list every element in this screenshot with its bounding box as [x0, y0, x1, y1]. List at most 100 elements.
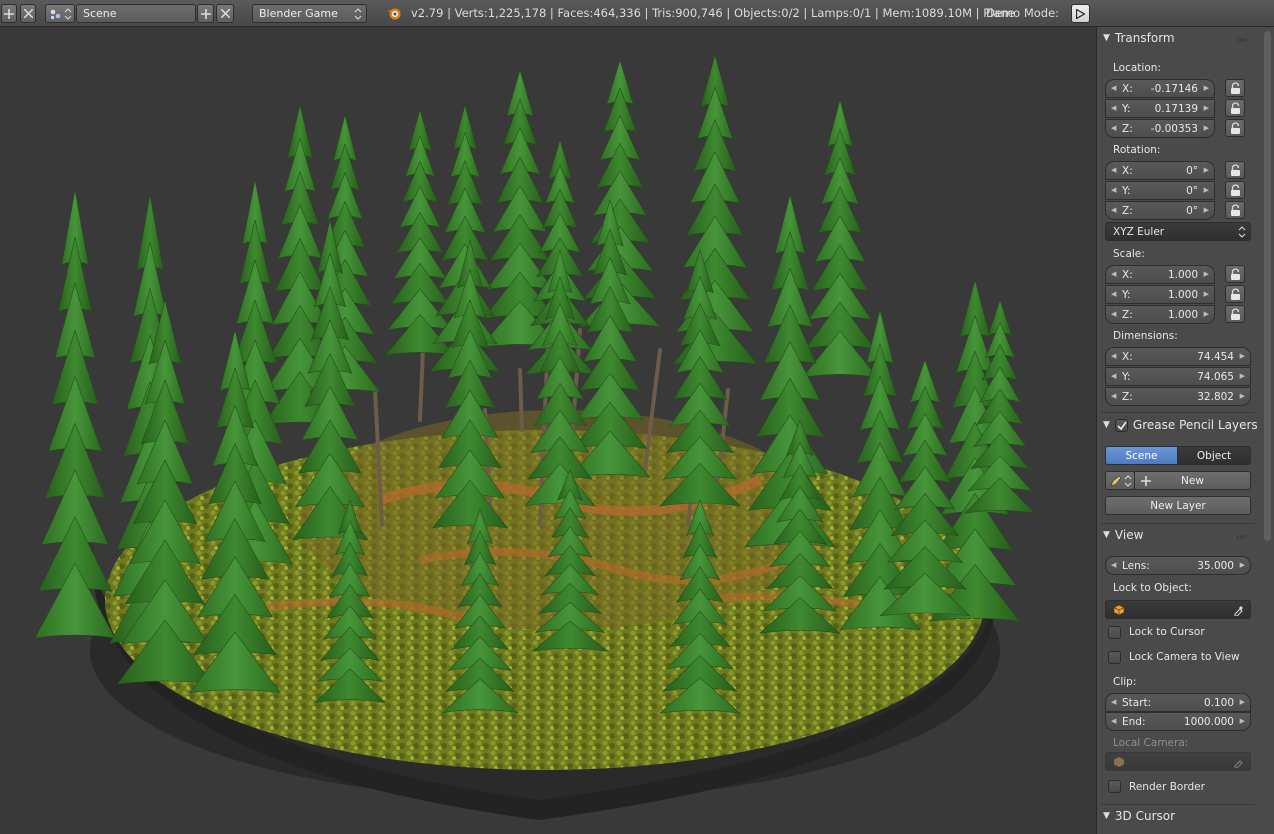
increment-arrow-icon[interactable]: ▶ [1204, 290, 1209, 298]
clip-label: Clip: [1113, 676, 1137, 688]
dropdown-arrows-icon [1124, 474, 1132, 487]
decrement-arrow-icon[interactable]: ◀ [1111, 310, 1116, 318]
grease-pencil-browse-button[interactable] [1105, 471, 1135, 490]
dimensions-x-field[interactable]: ◀ X: 74.454 ▶ [1105, 347, 1251, 366]
axis-label: Y: [1122, 371, 1131, 383]
drag-grip-icon[interactable] [1237, 535, 1247, 539]
clip-end-field[interactable]: ◀ End: 1000.000 ▶ [1105, 712, 1251, 731]
delete-screen-icon[interactable] [20, 4, 36, 23]
increment-arrow-icon[interactable]: ▶ [1204, 124, 1209, 132]
rotation-z-field[interactable]: ◀ Z: 0° ▶ [1105, 201, 1215, 220]
lock-icon[interactable] [1225, 201, 1245, 219]
increment-arrow-icon[interactable]: ▶ [1204, 84, 1209, 92]
render-engine-dropdown[interactable]: Blender Game [252, 4, 367, 23]
render-border-checkbox[interactable] [1108, 780, 1121, 793]
lock-icon[interactable] [1225, 181, 1245, 199]
add-scene-icon[interactable] [197, 4, 214, 23]
3d-viewport[interactable] [0, 27, 1096, 834]
lock-icon[interactable] [1225, 99, 1245, 117]
3d-cursor-panel-header[interactable]: ▼ 3D Cursor [1103, 806, 1175, 826]
axis-value: 32.802 [1197, 391, 1234, 403]
decrement-arrow-icon[interactable]: ◀ [1111, 270, 1116, 278]
location-x-field[interactable]: ◀ X: -0.17146 ▶ [1105, 79, 1215, 98]
dimensions-label: Dimensions: [1113, 330, 1178, 342]
increment-arrow-icon[interactable]: ▶ [1204, 166, 1209, 174]
eyedropper-icon[interactable] [1233, 604, 1245, 616]
separator [1101, 523, 1255, 524]
location-y-field[interactable]: ◀ Y: 0.17139 ▶ [1105, 99, 1215, 118]
drag-grip-icon[interactable] [1237, 38, 1247, 42]
scene-browse-icon[interactable] [45, 4, 75, 23]
object-cube-icon [1114, 756, 1124, 767]
decrement-arrow-icon[interactable]: ◀ [1111, 206, 1116, 214]
decrement-arrow-icon[interactable]: ◀ [1111, 392, 1116, 400]
grease-pencil-enable-checkbox[interactable] [1114, 418, 1128, 432]
increment-arrow-icon[interactable]: ▶ [1204, 186, 1209, 194]
properties-region: ▼ Transform Location: Rotation: XYZ Eule… [1096, 27, 1274, 834]
dropdown-arrows-icon [354, 8, 362, 20]
play-icon[interactable] [1071, 4, 1090, 23]
tab-scene[interactable]: Scene [1105, 446, 1178, 465]
panel-scrollbar[interactable] [1264, 31, 1271, 541]
rotation-mode-dropdown[interactable]: XYZ Euler [1105, 222, 1251, 241]
increment-arrow-icon[interactable]: ▶ [1240, 392, 1245, 400]
rotation-x-field[interactable]: ◀ X: 0° ▶ [1105, 161, 1215, 180]
axis-label: Z: [1122, 391, 1133, 403]
clip-end-label: End: [1122, 716, 1146, 728]
render-border-label: Render Border [1129, 781, 1205, 793]
dimensions-z-field[interactable]: ◀ Z: 32.802 ▶ [1105, 387, 1251, 406]
new-layer-button[interactable]: New Layer [1105, 496, 1251, 515]
lock-icon[interactable] [1225, 79, 1245, 97]
decrement-arrow-icon[interactable]: ◀ [1111, 372, 1116, 380]
scale-z-field[interactable]: ◀ Z: 1.000 ▶ [1105, 305, 1215, 324]
increment-arrow-icon[interactable]: ▶ [1204, 270, 1209, 278]
lens-field[interactable]: ◀ Lens: 35.000 ▶ [1105, 556, 1251, 575]
demo-mode-label: Demo Mode: [986, 6, 1060, 20]
collapse-triangle-icon: ▼ [1103, 530, 1110, 540]
grease-pencil-panel-header[interactable]: ▼ Grease Pencil Layers [1103, 415, 1263, 435]
lock-to-cursor-checkbox[interactable] [1108, 626, 1121, 639]
location-z-field[interactable]: ◀ Z: -0.00353 ▶ [1105, 119, 1215, 138]
increment-arrow-icon[interactable]: ▶ [1240, 352, 1245, 360]
decrement-arrow-icon[interactable]: ◀ [1111, 352, 1116, 360]
lock-icon[interactable] [1225, 161, 1245, 179]
decrement-arrow-icon[interactable]: ◀ [1111, 84, 1116, 92]
scale-x-field[interactable]: ◀ X: 1.000 ▶ [1105, 265, 1215, 284]
increment-arrow-icon[interactable]: ▶ [1204, 104, 1209, 112]
decrement-arrow-icon[interactable]: ◀ [1111, 166, 1116, 174]
increment-arrow-icon[interactable]: ▶ [1204, 206, 1209, 214]
axis-label: X: [1122, 165, 1133, 177]
scene-name-field[interactable]: Scene [76, 4, 196, 23]
local-camera-field [1105, 752, 1251, 771]
blender-window: Scene Blender Game v2.79 | Verts:1,225,1… [0, 0, 1274, 834]
lock-icon[interactable] [1225, 265, 1245, 283]
increment-arrow-icon[interactable]: ▶ [1240, 372, 1245, 380]
dimensions-y-field[interactable]: ◀ Y: 74.065 ▶ [1105, 367, 1251, 386]
tab-object[interactable]: Object [1177, 446, 1251, 465]
decrement-arrow-icon[interactable]: ◀ [1111, 124, 1116, 132]
lock-icon[interactable] [1225, 285, 1245, 303]
scene-name: Scene [83, 7, 117, 20]
increment-arrow-icon[interactable]: ▶ [1204, 310, 1209, 318]
lock-icon[interactable] [1225, 119, 1245, 137]
add-screen-icon[interactable] [1, 4, 17, 23]
decrement-arrow-icon[interactable]: ◀ [1111, 186, 1116, 194]
collapse-triangle-icon: ▼ [1103, 33, 1110, 43]
decrement-arrow-icon[interactable]: ◀ [1111, 104, 1116, 112]
lock-camera-to-view-checkbox[interactable] [1108, 651, 1121, 664]
axis-value: 0° [1186, 165, 1198, 177]
new-grease-pencil-button[interactable]: New [1134, 471, 1251, 490]
lock-object-field[interactable] [1105, 600, 1251, 619]
lens-value: 35.000 [1197, 560, 1234, 572]
lock-icon[interactable] [1225, 305, 1245, 323]
clip-start-field[interactable]: ◀ Start: 0.100 ▶ [1105, 693, 1251, 712]
view-panel-header[interactable]: ▼ View [1103, 525, 1143, 545]
rotation-y-field[interactable]: ◀ Y: 0° ▶ [1105, 181, 1215, 200]
delete-scene-icon[interactable] [216, 4, 234, 23]
decrement-arrow-icon[interactable]: ◀ [1111, 290, 1116, 298]
scale-y-field[interactable]: ◀ Y: 1.000 ▶ [1105, 285, 1215, 304]
clip-start-label: Start: [1122, 697, 1152, 709]
location-label: Location: [1113, 62, 1161, 74]
axis-value: 1.000 [1167, 289, 1198, 301]
transform-panel-header[interactable]: ▼ Transform [1103, 28, 1175, 48]
